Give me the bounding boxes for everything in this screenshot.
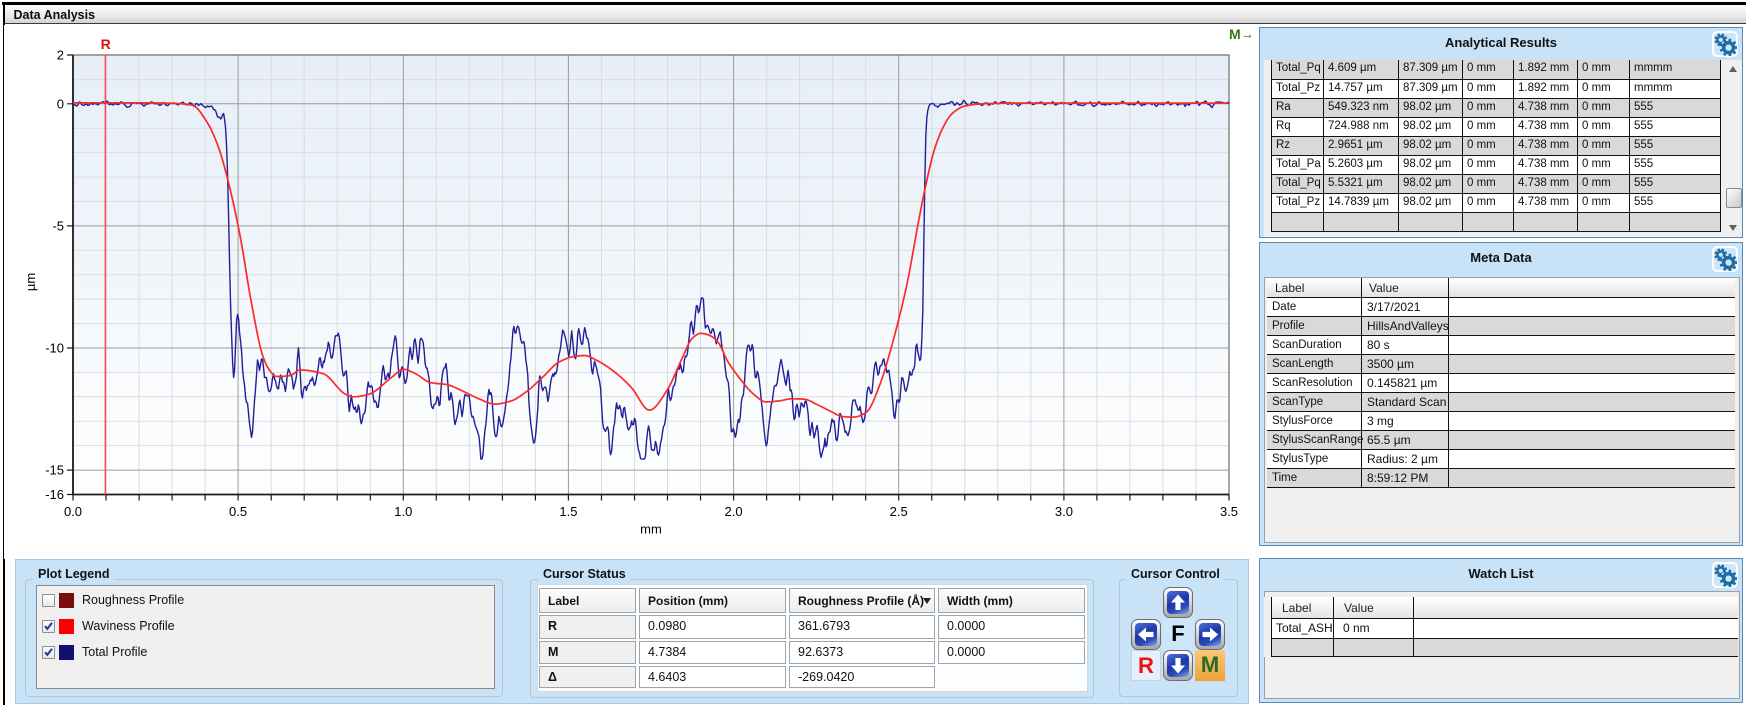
svg-text:-10: -10 xyxy=(45,341,64,356)
svg-text:1.5: 1.5 xyxy=(559,504,577,519)
svg-text:1.0: 1.0 xyxy=(394,504,412,519)
svg-text:3.0: 3.0 xyxy=(1055,504,1073,519)
svg-text:-16: -16 xyxy=(45,487,64,502)
svg-text:M: M xyxy=(1229,26,1241,42)
svg-text:µm: µm xyxy=(23,273,38,291)
svg-text:-15: -15 xyxy=(45,463,64,478)
svg-text:R: R xyxy=(101,36,111,52)
svg-text:mm: mm xyxy=(640,522,662,537)
svg-text:→: → xyxy=(1241,27,1254,42)
svg-text:0: 0 xyxy=(57,96,64,111)
svg-text:0.5: 0.5 xyxy=(229,504,247,519)
svg-text:2.5: 2.5 xyxy=(890,504,908,519)
svg-text:2: 2 xyxy=(57,48,64,63)
svg-text:2.0: 2.0 xyxy=(725,504,743,519)
svg-text:-5: -5 xyxy=(52,218,64,233)
svg-text:3.5: 3.5 xyxy=(1220,504,1238,519)
svg-text:0.0: 0.0 xyxy=(64,504,82,519)
